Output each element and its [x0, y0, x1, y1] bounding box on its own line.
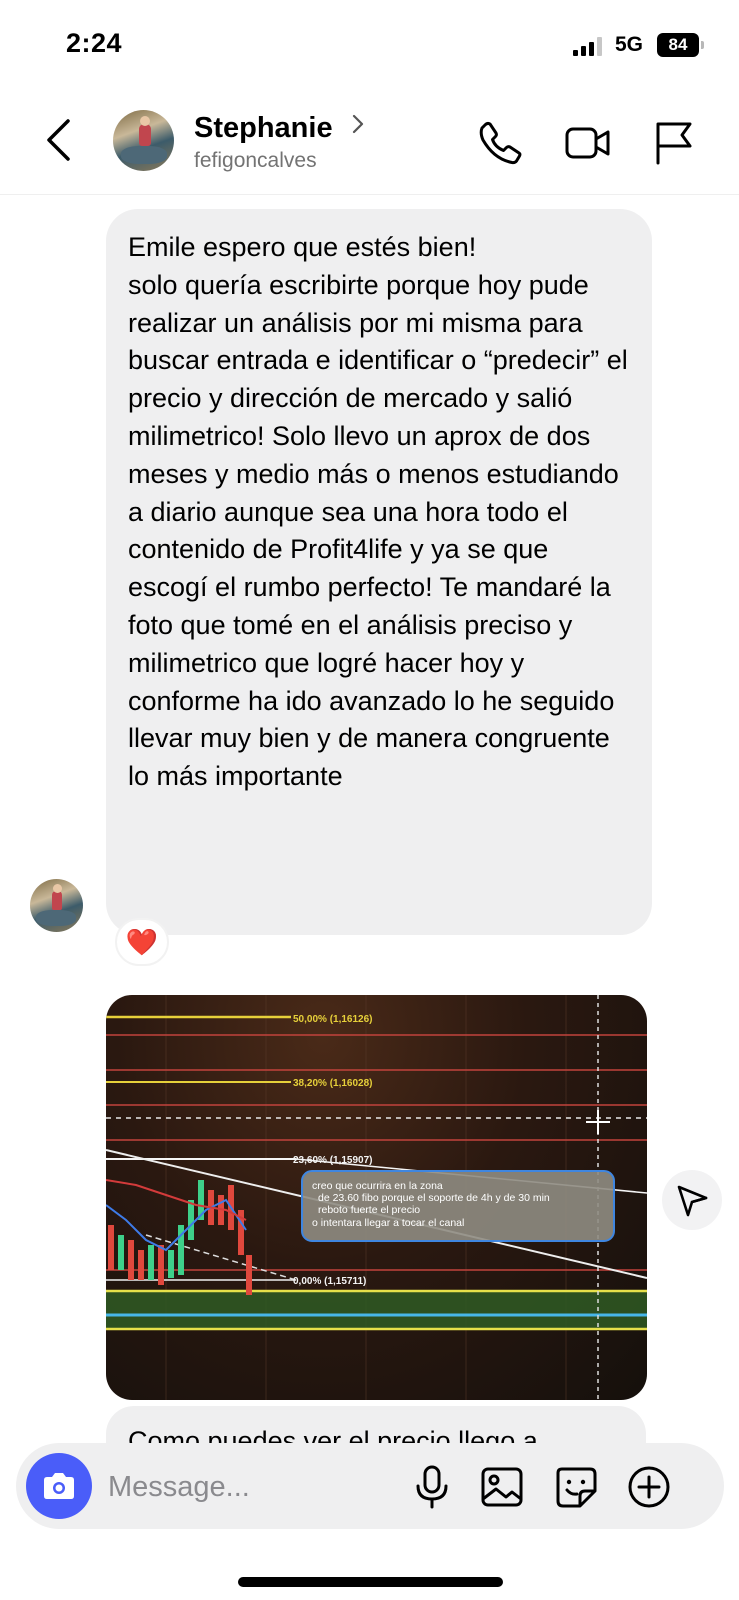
camera-button[interactable] — [26, 1453, 92, 1519]
fib-label-0: 0,00% (1,15711) — [293, 1276, 366, 1287]
cellular-signal-icon — [573, 36, 603, 56]
fib-label-50: 50,00% (1,16126) — [293, 1014, 373, 1025]
sender-avatar[interactable] — [30, 879, 83, 932]
message-input[interactable] — [108, 1467, 408, 1507]
message-composer — [16, 1443, 724, 1529]
add-plus-icon[interactable] — [625, 1463, 673, 1511]
note-line-4: o intentara llegar a tocar el canal — [312, 1217, 464, 1229]
contact-username[interactable]: fefigoncalves — [194, 149, 317, 173]
contact-avatar[interactable] — [113, 110, 174, 171]
message-bubble[interactable]: Emile espero que estés bien! solo quería… — [106, 209, 652, 935]
share-send-icon[interactable] — [662, 1170, 722, 1230]
chevron-right-icon[interactable] — [350, 112, 366, 136]
flag-report-icon[interactable] — [650, 119, 698, 167]
camera-icon — [44, 1473, 74, 1499]
fib-label-38: 38,20% (1,16028) — [293, 1078, 373, 1089]
phone-call-icon[interactable] — [476, 119, 524, 167]
message-text: Emile espero que estés bien! solo quería… — [128, 232, 628, 792]
battery-tip — [701, 41, 704, 49]
video-call-icon[interactable] — [564, 119, 612, 167]
network-type: 5G — [615, 33, 644, 56]
battery-icon: 84 — [657, 33, 699, 57]
microphone-icon[interactable] — [408, 1463, 456, 1511]
note-line-2: de 23.60 fibo porque el soporte de 4h y … — [318, 1192, 550, 1204]
trading-chart-image: 50,00% (1,16126) 38,20% (1,16028) 23,60%… — [106, 995, 647, 1400]
status-time: 2:24 — [66, 28, 123, 58]
gallery-icon[interactable] — [478, 1463, 526, 1511]
chart-photo[interactable]: 50,00% (1,16126) 38,20% (1,16028) 23,60%… — [106, 995, 647, 1400]
status-bar: 2:24 5G 84 — [0, 0, 739, 90]
back-arrow-icon[interactable] — [40, 115, 80, 165]
chat-header: Stephanie fefigoncalves — [0, 90, 739, 195]
fib-label-23: 23,60% (1,15907) — [293, 1155, 373, 1166]
contact-name[interactable]: Stephanie — [194, 112, 333, 145]
note-line-3: reboto fuerte el precio — [318, 1204, 420, 1216]
heart-reaction[interactable]: ❤️ — [115, 918, 169, 966]
sticker-icon[interactable] — [552, 1463, 600, 1511]
note-line-1: creo que ocurrira en la zona — [312, 1180, 443, 1192]
home-indicator[interactable] — [238, 1577, 503, 1587]
